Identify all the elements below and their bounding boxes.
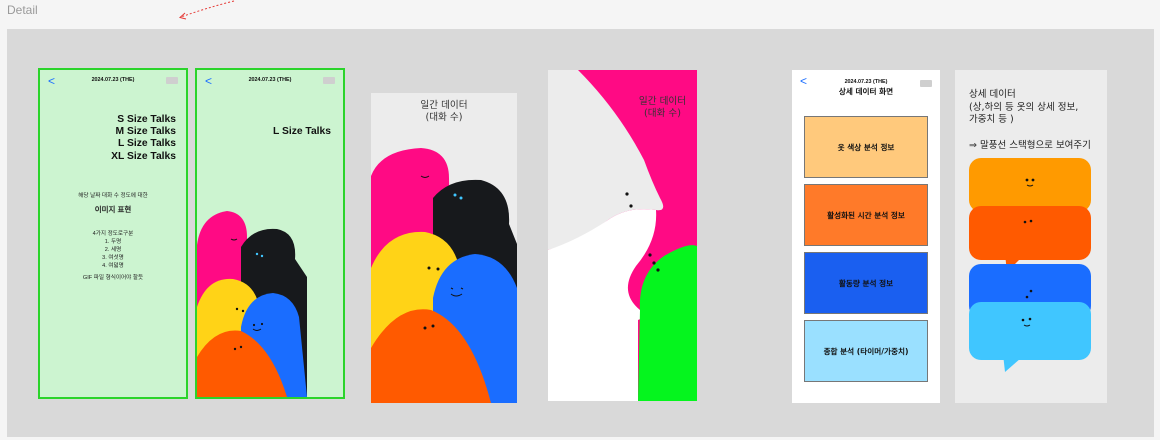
level-3: 3. 여섯명 xyxy=(102,255,124,261)
frame-size-talks-list[interactable]: < 2024.07.23 (THE) S Size Talks M Size T… xyxy=(38,68,188,399)
gif-note: GIF 파일 형식이어야 할듯 xyxy=(82,275,144,281)
note-line3: 가중치 등 ) xyxy=(969,114,1014,125)
size-label: L Size Talks xyxy=(273,126,331,137)
frame-detail-data-screen[interactable]: < 2024.07.23 (THE) 상세 데이터 화면 옷 색상 분석 정보 … xyxy=(792,70,940,403)
card-summary[interactable]: 종합 분석 (타이머/가중치) xyxy=(804,320,928,382)
note-line2: (상,하의 등 옷의 상세 정보, xyxy=(969,102,1079,113)
battery-icon xyxy=(166,77,178,84)
desc-emphasis: 이미지 표현 xyxy=(94,205,132,214)
frame-daily-data-gray[interactable]: 일간 데이터 (대화 수) xyxy=(371,93,517,403)
size-m: M Size Talks xyxy=(115,126,176,138)
dashed-arrow-icon xyxy=(178,0,235,20)
frame-title-line1: 일간 데이터 xyxy=(638,96,687,107)
frame-l-size-talks[interactable]: < 2024.07.23 (THE) L Size Talks xyxy=(195,68,345,399)
blob-characters-illustration xyxy=(197,211,307,397)
size-s: S Size Talks xyxy=(117,114,176,125)
frame-title-line2: (대화 수) xyxy=(425,112,463,123)
bubble-stack-illustration xyxy=(969,158,1091,372)
size-xl: XL Size Talks xyxy=(111,150,176,162)
page-label: Detail xyxy=(7,3,38,17)
battery-icon xyxy=(323,77,335,84)
levels-title: 4가지 정도로구분 xyxy=(92,231,134,237)
card-clothes-color[interactable]: 옷 색상 분석 정보 xyxy=(804,116,928,178)
note-title: 상세 데이터 xyxy=(969,89,1016,100)
level-2: 2. 세명 xyxy=(104,247,122,253)
date-label: 2024.07.23 (THE) xyxy=(844,79,888,85)
detail-heading: 상세 데이터 화면 xyxy=(838,87,894,96)
note-bubble-stack: ⇒ 말풍선 스택형으로 보여주기 xyxy=(969,140,1091,151)
date-label: 2024.07.23 (THE) xyxy=(248,77,292,83)
date-label: 2024.07.23 (THE) xyxy=(91,77,135,83)
level-1: 1. 두명 xyxy=(104,239,122,245)
size-l: L Size Talks xyxy=(118,138,176,150)
size-list: S Size Talks M Size Talks L Size Talks X… xyxy=(111,114,176,163)
frame-daily-data-pink[interactable]: 일간 데이터 (대화 수) xyxy=(548,70,697,401)
design-canvas[interactable]: < 2024.07.23 (THE) S Size Talks M Size T… xyxy=(7,29,1154,437)
level-4: 4. 여덟명 xyxy=(102,263,124,269)
frame-bubble-stack[interactable]: 상세 데이터 (상,하의 등 옷의 상세 정보, 가중치 등 ) ⇒ 말풍선 스… xyxy=(955,70,1107,403)
frame-title-line2: (대화 수) xyxy=(643,108,681,119)
card-activity[interactable]: 활동량 분석 정보 xyxy=(804,252,928,314)
blob-characters-illustration xyxy=(371,148,517,403)
desc-line: 해당 날짜 대화 수 정도에 대한 xyxy=(78,193,148,199)
frame-title-line1: 일간 데이터 xyxy=(420,100,468,111)
card-active-time[interactable]: 활성화된 시간 분석 정보 xyxy=(804,184,928,246)
